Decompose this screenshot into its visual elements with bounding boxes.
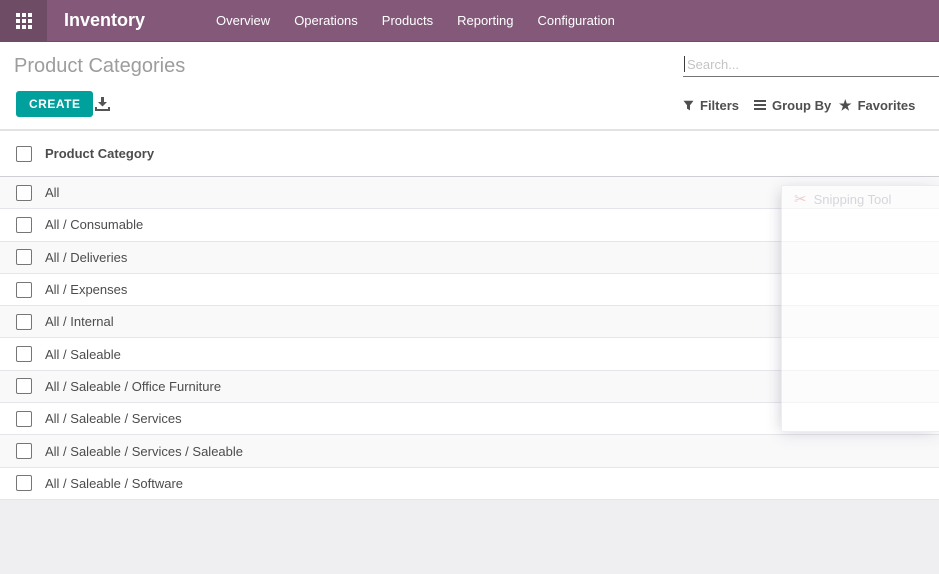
row-checkbox[interactable] (16, 443, 32, 459)
category-name[interactable]: All / Deliveries (45, 250, 127, 265)
category-name[interactable]: All / Saleable / Services (45, 411, 182, 426)
favorites-button[interactable]: ★ Favorites (839, 95, 915, 115)
snipping-tool-title: Snipping Tool (814, 192, 892, 207)
group-by-label: Group By (772, 98, 831, 113)
group-by-lines-icon (754, 100, 766, 110)
category-name[interactable]: All (45, 185, 59, 200)
snipping-tool-titlebar: ✂ Snipping Tool (782, 186, 939, 207)
table-row[interactable]: All / Saleable / Software (0, 468, 939, 500)
page-title: Product Categories (14, 55, 185, 78)
menu-configuration[interactable]: Configuration (525, 0, 626, 41)
filters-button[interactable]: Filters (683, 95, 739, 115)
menu-reporting[interactable]: Reporting (445, 0, 525, 41)
category-name[interactable]: All / Saleable / Office Furniture (45, 379, 221, 394)
menu-products[interactable]: Products (370, 0, 445, 41)
column-header-product-category[interactable]: Product Category (45, 146, 154, 161)
row-checkbox[interactable] (16, 249, 32, 265)
row-checkbox[interactable] (16, 411, 32, 427)
menu-overview[interactable]: Overview (204, 0, 282, 41)
main-menu: Overview Operations Products Reporting C… (204, 0, 627, 41)
group-by-button[interactable]: Group By (754, 95, 831, 115)
export-download-icon[interactable] (94, 97, 111, 112)
app-title[interactable]: Inventory (64, 0, 145, 41)
table-header-row: Product Category (0, 130, 939, 177)
table-row[interactable]: All / Saleable / Services / Saleable (0, 435, 939, 467)
row-checkbox[interactable] (16, 314, 32, 330)
filter-funnel-icon (683, 100, 694, 111)
category-name[interactable]: All / Saleable (45, 347, 121, 362)
content-footer-area (0, 500, 939, 574)
text-caret (684, 56, 685, 72)
row-checkbox[interactable] (16, 282, 32, 298)
row-checkbox[interactable] (16, 185, 32, 201)
search-input[interactable] (683, 53, 939, 76)
row-checkbox[interactable] (16, 217, 32, 233)
apps-grid-icon (16, 13, 32, 29)
category-name[interactable]: All / Saleable / Services / Saleable (45, 444, 243, 459)
category-name[interactable]: All / Consumable (45, 217, 143, 232)
row-checkbox[interactable] (16, 346, 32, 362)
menu-operations[interactable]: Operations (282, 0, 370, 41)
category-name[interactable]: All / Expenses (45, 282, 127, 297)
inventory-app-window: { "navbar": { "app_title": "Inventory", … (0, 0, 939, 574)
apps-menu-button[interactable] (0, 0, 47, 42)
category-name[interactable]: All / Internal (45, 314, 114, 329)
filters-label: Filters (700, 98, 739, 113)
row-checkbox[interactable] (16, 378, 32, 394)
top-navbar: Inventory Overview Operations Products R… (0, 0, 939, 42)
download-icon (94, 97, 111, 112)
favorites-star-icon: ★ (839, 98, 852, 112)
favorites-label: Favorites (858, 98, 916, 113)
row-checkbox[interactable] (16, 475, 32, 491)
search-box (683, 53, 939, 77)
create-button[interactable]: CREATE (16, 91, 93, 117)
select-all-checkbox[interactable] (16, 146, 32, 162)
scissors-icon: ✂ (794, 192, 807, 207)
category-name[interactable]: All / Saleable / Software (45, 476, 183, 491)
snipping-tool-ghost-window[interactable]: ✂ Snipping Tool (781, 185, 939, 432)
